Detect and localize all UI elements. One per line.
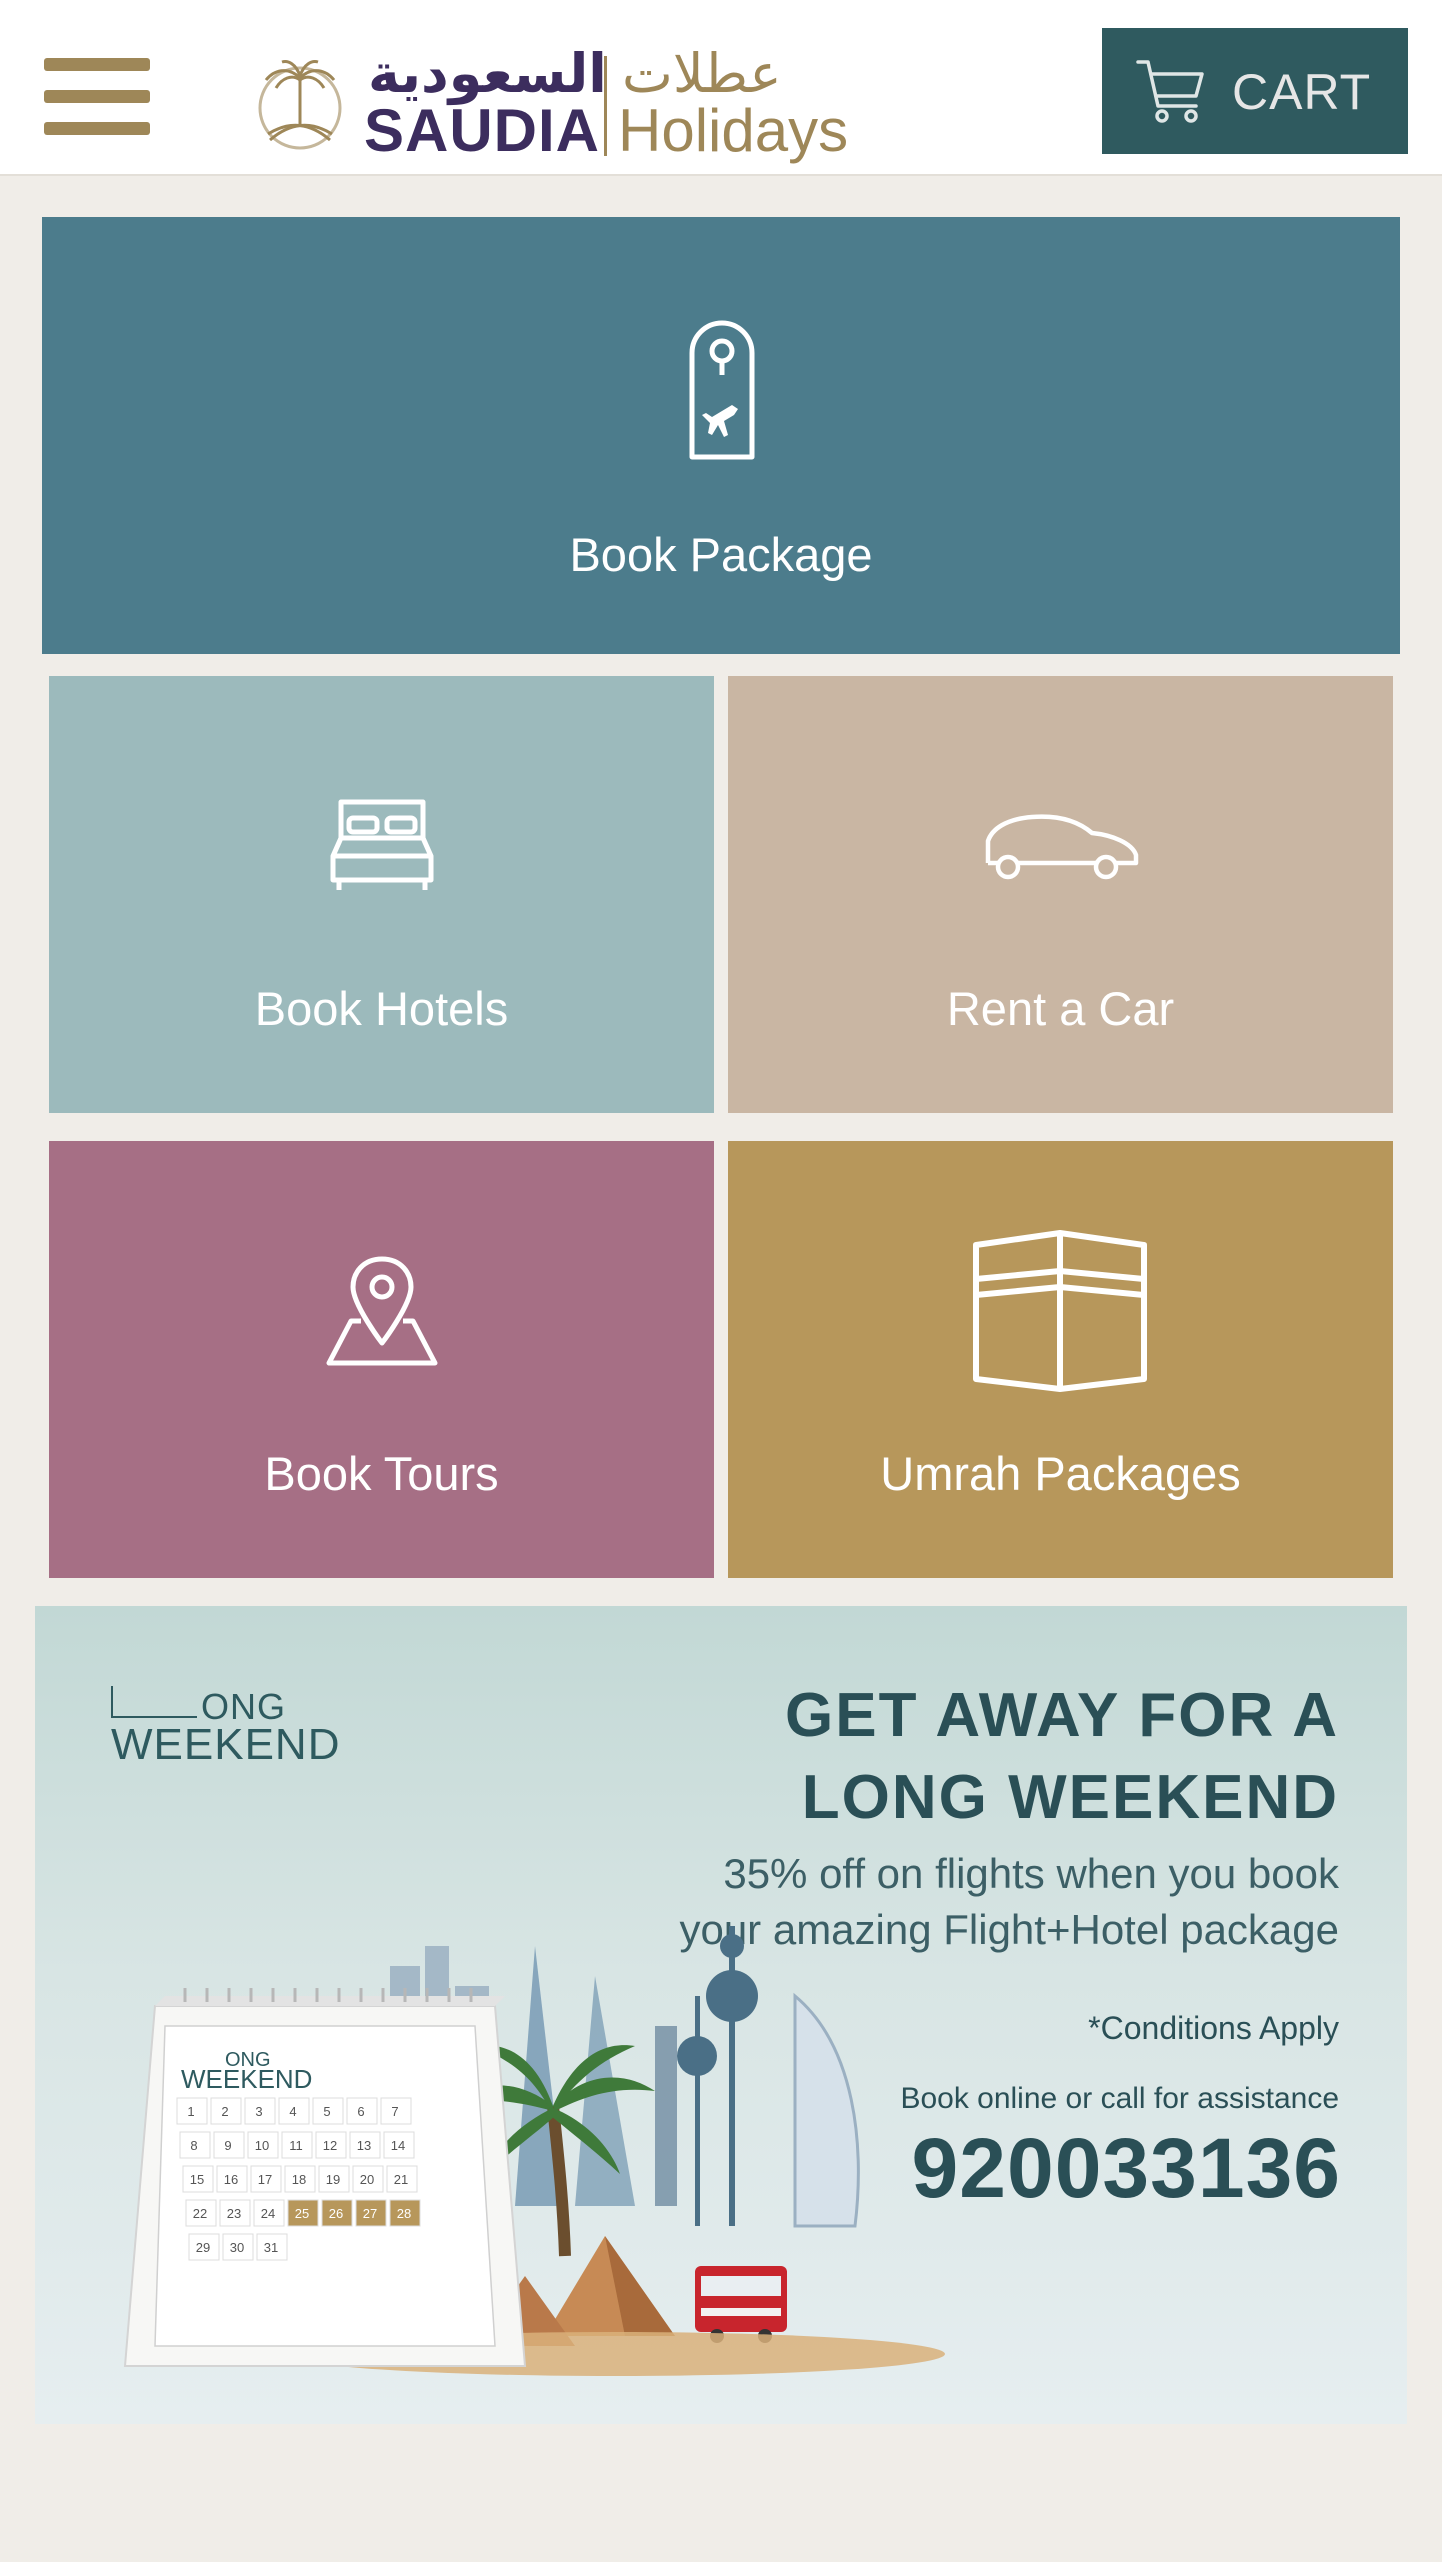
calendar-day-label: 18 [292,2172,306,2187]
calendar-day-label: 23 [227,2206,241,2221]
calendar-day-label: 25 [295,2206,309,2221]
calendar-brand-2: WEEKEND [181,2064,312,2094]
book-hotels-label: Book Hotels [254,982,509,1035]
shopping-cart-icon [1136,60,1204,123]
calendar-day-label: 12 [323,2138,337,2153]
calendar-day-label: 17 [258,2172,272,2187]
calendar-day-label: 11 [289,2138,303,2153]
long-weekend-promo-banner[interactable]: ONG WEEKEND GET AWAY FOR A LONG WEEKEND … [35,1606,1407,2424]
calendar-day-label: 7 [391,2104,398,2119]
calendar-day-label: 31 [264,2240,278,2255]
banner-phone-number[interactable]: 920033136 [912,2120,1341,2217]
calendar-day-label: 6 [357,2104,364,2119]
palm-swords-emblem-icon [258,60,342,150]
calendar-day-label: 21 [394,2172,408,2187]
bed-icon [330,799,434,890]
calendar-day-label: 28 [397,2206,411,2221]
calendar-day-label: 22 [193,2206,207,2221]
brand-line-2: WEEKEND [111,1720,341,1769]
map-pin-icon [326,1256,438,1366]
saudia-holidays-logo[interactable]: السعودية عطلات SAUDIA Holidays [252,42,848,164]
umrah-packages-label: Umrah Packages [880,1447,1241,1500]
calendar-day-label: 16 [224,2172,238,2187]
calendar-day-label: 5 [323,2104,330,2119]
banner-headline-2: LONG WEEKEND [801,1763,1339,1832]
car-icon [985,814,1139,880]
kaaba-icon [973,1230,1147,1392]
calendar-day-label: 30 [230,2240,244,2255]
rent-a-car-tile[interactable]: Rent a Car [728,676,1393,1113]
calendar-day-label: 4 [289,2104,296,2119]
calendar-day-label: 8 [190,2138,197,2153]
calendar-day-label: 3 [255,2104,262,2119]
umrah-packages-tile[interactable]: Umrah Packages [728,1141,1393,1578]
banner-call-text: Book online or call for assistance [900,2082,1339,2115]
app-header: السعودية عطلات SAUDIA Holidays CART [0,0,1442,176]
book-hotels-tile[interactable]: Book Hotels [49,676,714,1113]
calendar-day-label: 2 [221,2104,228,2119]
door-hanger-plane-icon [689,320,755,460]
calendar-day-label: 10 [255,2138,269,2153]
book-tours-tile[interactable]: Book Tours [49,1141,714,1578]
banner-subtext-1: 35% off on flights when you book [723,1850,1339,1897]
banner-conditions: *Conditions Apply [1088,2010,1339,2046]
banner-headline-1: GET AWAY FOR A [785,1681,1339,1750]
book-package-label: Book Package [569,528,873,581]
calendar-day-label: 26 [329,2206,343,2221]
cart-button[interactable]: CART [1102,28,1408,154]
calendar-day-label: 14 [391,2138,405,2153]
calendar-day-label: 27 [363,2206,377,2221]
hamburger-menu-icon[interactable] [44,58,152,140]
travel-landmarks-illustration: ONG WEEKEND 1 2 3 4 5 6 78 9 10 11 12 13 1415 16 17 18 1… [123,1926,945,2376]
calendar-day-label: 13 [357,2138,371,2153]
calendar-day-label: 19 [326,2172,340,2187]
calendar-day-label: 9 [224,2138,231,2153]
calendar-day-label: 20 [360,2172,374,2187]
book-tours-label: Book Tours [264,1447,499,1500]
calendar-day-label: 1 [187,2104,194,2119]
book-package-tile[interactable]: Book Package [42,217,1400,654]
cart-label: CART [1232,64,1372,120]
rent-a-car-label: Rent a Car [946,982,1175,1035]
logo-brand-text: SAUDIA [364,97,601,164]
logo-divider [604,56,607,156]
calendar-day-label: 24 [261,2206,275,2221]
calendar-day-label: 15 [190,2172,204,2187]
calendar-day-label: 29 [196,2240,210,2255]
logo-product-text: Holidays [618,97,849,164]
